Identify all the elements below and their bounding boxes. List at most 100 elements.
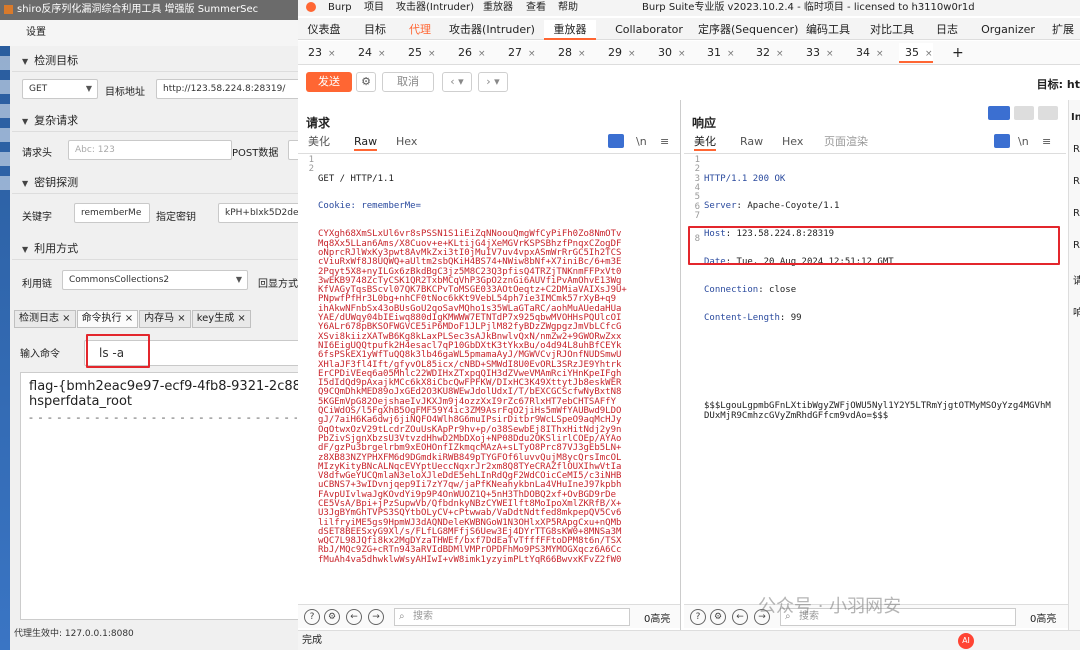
pane-divider[interactable]	[680, 100, 681, 630]
complex-section-header[interactable]: ▼ 复杂请求	[12, 110, 305, 132]
repeater-tab[interactable]: 32 ×	[750, 43, 784, 63]
tab-raw[interactable]: Raw	[740, 133, 763, 151]
wrap-icon[interactable]	[994, 134, 1010, 148]
gear-icon[interactable]: ⚙	[356, 72, 376, 92]
tab-hex[interactable]: Hex	[782, 133, 803, 151]
layout-toggle[interactable]	[988, 106, 1058, 120]
menu-settings[interactable]: 设置	[26, 27, 46, 38]
burp-titlebar: Burp 项目 攻击器(Intruder) 重放器 查看 帮助 Burp Sui…	[298, 0, 1080, 16]
tab-hex[interactable]: Hex	[396, 133, 417, 151]
inspector-item[interactable]: 响	[1073, 304, 1080, 319]
repeater-tab-active[interactable]: 35 ×	[899, 43, 933, 63]
method-select[interactable]: GET ▼	[22, 79, 98, 99]
response-editor[interactable]: 12345678 HTTP/1.1 200 OK Server: Apache-…	[684, 153, 1066, 603]
repeater-tab[interactable]: 28 ×	[552, 43, 586, 63]
post-label: POST数据	[232, 148, 279, 159]
help-icon[interactable]: ?	[690, 609, 706, 625]
newline-toggle[interactable]: \n	[636, 133, 647, 151]
menu-view[interactable]: 查看	[526, 0, 546, 16]
inspector-item[interactable]: R	[1073, 144, 1080, 155]
tab-comparer[interactable]: 对比工具	[864, 20, 920, 40]
help-icon[interactable]: ?	[304, 609, 320, 625]
keyword-label: 关键字	[22, 212, 52, 223]
cancel-button[interactable]: 取消	[382, 72, 434, 92]
tab-raw[interactable]: Raw	[354, 133, 378, 151]
repeater-tab[interactable]: 29 ×	[602, 43, 636, 63]
exploit-section-header[interactable]: ▼ 利用方式	[12, 238, 305, 260]
tab-proxy[interactable]: 代理	[400, 20, 440, 40]
close-icon: ×	[776, 49, 784, 59]
inspector-item[interactable]: R	[1073, 176, 1080, 187]
header-server: Server: Apache-Coyote/1.1	[704, 201, 840, 212]
add-tab-button[interactable]: +	[946, 43, 964, 63]
repeater-tab[interactable]: 34 ×	[850, 43, 884, 63]
tab-dashboard[interactable]: 仪表盘	[298, 20, 350, 40]
keyword-input[interactable]: rememberMe	[74, 203, 150, 223]
tab-intruder[interactable]: 攻击器(Intruder)	[446, 20, 538, 40]
newline-toggle[interactable]: \n	[1018, 133, 1029, 151]
repeater-tab[interactable]: 25 ×	[402, 43, 436, 63]
send-button[interactable]: 发送	[306, 72, 352, 92]
inspector-item[interactable]: R	[1073, 240, 1080, 251]
tab-repeater[interactable]: 重放器	[544, 20, 596, 40]
repeater-tab[interactable]: 24 ×	[352, 43, 386, 63]
close-icon: ×	[678, 49, 686, 59]
line-number: 7	[694, 210, 700, 221]
tab-extensions[interactable]: 扩展	[1046, 20, 1080, 40]
key-input[interactable]: kPH+bIxk5D2de	[218, 203, 305, 223]
menu-help[interactable]: 帮助	[558, 0, 578, 16]
repeater-toolbar: 发送 ⚙ 取消 ‹ ▾ › ▾ 目标: ht	[298, 67, 1080, 97]
settings-icon[interactable]: ⚙	[324, 609, 340, 625]
repeater-tab[interactable]: 23 ×	[302, 43, 336, 63]
close-icon: ×	[826, 49, 834, 59]
tab-sequencer[interactable]: 定序器(Sequencer)	[698, 20, 798, 40]
tab-command-exec[interactable]: 命令执行 ×	[76, 310, 139, 328]
repeater-tab[interactable]: 30 ×	[652, 43, 686, 63]
tab-target[interactable]: 目标	[352, 20, 398, 40]
shiro-tool-window: shiro反序列化漏洞综合利用工具 增强版 SummerSec 设置 ▼ 检测目标…	[0, 0, 306, 650]
key-section-header[interactable]: ▼ 密钥探测	[12, 172, 305, 194]
target-section-header[interactable]: ▼ 检测目标	[12, 50, 305, 72]
tab-organizer[interactable]: Organizer	[978, 20, 1038, 40]
tab-key-gen[interactable]: key生成 ×	[191, 310, 251, 328]
target-url-input[interactable]: http://123.58.224.8:28319/	[156, 79, 305, 99]
menu-repeater[interactable]: 重放器	[483, 0, 513, 16]
request-editor[interactable]: 1 2 GET / HTTP/1.1 Cookie: rememberMe= C…	[298, 153, 680, 603]
wrap-icon[interactable]	[608, 134, 624, 148]
repeater-tab[interactable]: 26 ×	[452, 43, 486, 63]
ai-icon[interactable]: AI	[958, 633, 974, 649]
forward-button[interactable]: › ▾	[478, 72, 508, 92]
menu-icon[interactable]: ≡	[660, 133, 669, 151]
response-highlight-box	[688, 226, 1060, 265]
arrow-left-icon[interactable]: ←	[346, 609, 362, 625]
repeater-tab[interactable]: 31 ×	[701, 43, 735, 63]
tab-pretty[interactable]: 美化	[308, 133, 330, 151]
tab-logger[interactable]: 日志	[926, 20, 968, 40]
menu-project[interactable]: 项目	[364, 0, 384, 16]
tab-detect-log[interactable]: 检测日志 ×	[14, 310, 76, 328]
tab-memshell[interactable]: 内存马 ×	[139, 310, 191, 328]
target-label[interactable]: 目标: ht	[1037, 76, 1080, 92]
inspector-sidebar[interactable]: In R R R R 请 响	[1068, 100, 1080, 630]
repeater-tab[interactable]: 27 ×	[502, 43, 536, 63]
inspector-item[interactable]: 请	[1073, 272, 1080, 287]
tab-decoder[interactable]: 编码工具	[800, 20, 856, 40]
request-search-input[interactable]: ⌕ 搜索	[394, 608, 630, 626]
search-icon: ⌕	[399, 611, 405, 622]
tab-render[interactable]: 页面渲染	[824, 133, 868, 151]
back-button[interactable]: ‹ ▾	[442, 72, 472, 92]
settings-icon[interactable]: ⚙	[710, 609, 726, 625]
menu-icon[interactable]: ≡	[1042, 133, 1051, 151]
header-input[interactable]: Abc: 123	[68, 140, 232, 160]
menu-intruder[interactable]: 攻击器(Intruder)	[396, 0, 474, 16]
command-label: 输入命令	[20, 349, 60, 360]
shiro-tabs: 检测日志 × 命令执行 × 内存马 × key生成 ×	[14, 310, 252, 328]
arrow-left-icon[interactable]: ←	[732, 609, 748, 625]
repeater-tab[interactable]: 33 ×	[800, 43, 834, 63]
tab-pretty[interactable]: 美化	[694, 133, 716, 151]
request-title: 请求	[306, 116, 331, 130]
tab-collaborator[interactable]: Collaborator	[602, 20, 696, 40]
inspector-item[interactable]: R	[1073, 208, 1080, 219]
arrow-right-icon[interactable]: →	[368, 609, 384, 625]
chain-select[interactable]: CommonsCollections2 ▼	[62, 270, 248, 290]
